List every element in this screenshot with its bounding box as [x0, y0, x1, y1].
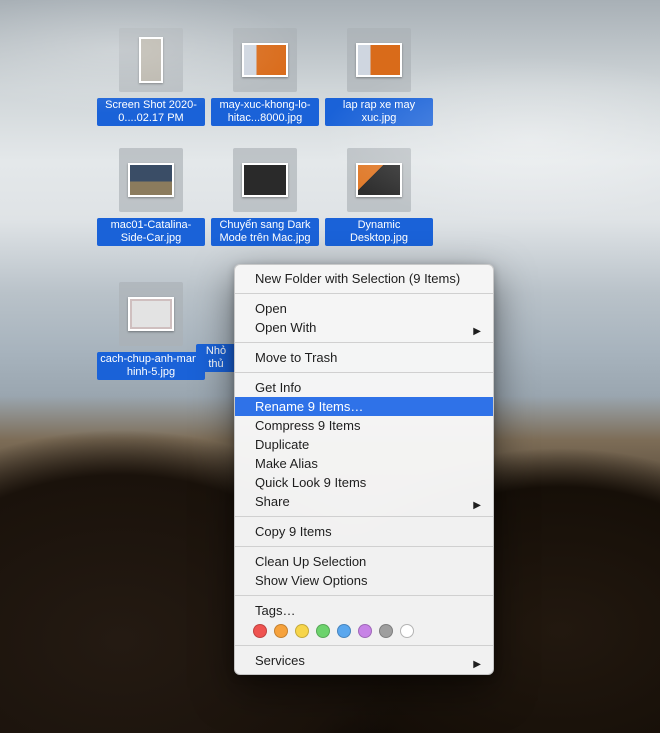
menu-item-label: New Folder with Selection (9 Items) [255, 271, 460, 286]
menu-item-label: Move to Trash [255, 350, 337, 365]
file-label: Nhỏ thủ [196, 344, 236, 372]
desktop-file-icon[interactable]: may-xuc-khong-lo-hitac...8000.jpg [210, 28, 320, 126]
desktop-file-icon[interactable]: Dynamic Desktop.jpg [324, 148, 434, 246]
menu-separator [235, 595, 493, 596]
file-thumbnail [233, 28, 297, 92]
menu-item[interactable]: Quick Look 9 Items [235, 473, 493, 492]
desktop[interactable]: Screen Shot 2020-0....02.17 PMmay-xuc-kh… [0, 0, 660, 733]
file-label: mac01-Catalina-Side-Car.jpg [97, 218, 205, 246]
chevron-right-icon: ▶ [473, 322, 481, 341]
desktop-file-icon[interactable]: mac01-Catalina-Side-Car.jpg [96, 148, 206, 246]
menu-item-label: Compress 9 Items [255, 418, 360, 433]
desktop-file-icon[interactable]: cach-chup-anh-man-hinh-5.jpg [96, 282, 206, 380]
tag-color-dot[interactable] [400, 624, 414, 638]
menu-item-label: Make Alias [255, 456, 318, 471]
menu-separator [235, 516, 493, 517]
file-label: lap rap xe may xuc.jpg [325, 98, 433, 126]
menu-item-label: Tags… [255, 603, 295, 618]
desktop-file-icon[interactable]: Screen Shot 2020-0....02.17 PM [96, 28, 206, 126]
tag-color-dot[interactable] [379, 624, 393, 638]
menu-item[interactable]: Open With▶ [235, 318, 493, 337]
menu-item-label: Duplicate [255, 437, 309, 452]
menu-separator [235, 546, 493, 547]
menu-item[interactable]: Clean Up Selection [235, 552, 493, 571]
menu-item-label: Copy 9 Items [255, 524, 332, 539]
menu-item[interactable]: Tags… [235, 601, 493, 620]
menu-item[interactable]: New Folder with Selection (9 Items) [235, 269, 493, 288]
file-thumbnail [119, 148, 183, 212]
menu-separator [235, 342, 493, 343]
menu-separator [235, 293, 493, 294]
tag-color-dot[interactable] [337, 624, 351, 638]
tag-color-row [235, 620, 493, 640]
menu-item[interactable]: Compress 9 Items [235, 416, 493, 435]
menu-item[interactable]: Get Info [235, 378, 493, 397]
menu-item[interactable]: Rename 9 Items… [235, 397, 493, 416]
menu-item-label: Services [255, 653, 305, 668]
menu-item-label: Get Info [255, 380, 301, 395]
file-label: may-xuc-khong-lo-hitac...8000.jpg [211, 98, 319, 126]
menu-item[interactable]: Show View Options [235, 571, 493, 590]
file-label: Chuyển sang Dark Mode trên Mac.jpg [211, 218, 319, 246]
menu-item[interactable]: Duplicate [235, 435, 493, 454]
file-label: cach-chup-anh-man-hinh-5.jpg [97, 352, 205, 380]
menu-item-label: Quick Look 9 Items [255, 475, 366, 490]
tag-color-dot[interactable] [253, 624, 267, 638]
file-thumbnail [119, 28, 183, 92]
file-thumbnail [347, 148, 411, 212]
file-label: Dynamic Desktop.jpg [325, 218, 433, 246]
menu-item-label: Open [255, 301, 287, 316]
menu-item-label: Clean Up Selection [255, 554, 366, 569]
tag-color-dot[interactable] [274, 624, 288, 638]
tag-color-dot[interactable] [316, 624, 330, 638]
tag-color-dot[interactable] [358, 624, 372, 638]
menu-item-label: Share [255, 494, 290, 509]
desktop-file-icon[interactable]: lap rap xe may xuc.jpg [324, 28, 434, 126]
menu-item[interactable]: Open [235, 299, 493, 318]
desktop-file-icon[interactable]: Nhỏ thủ [196, 344, 236, 372]
menu-separator [235, 645, 493, 646]
menu-item-label: Show View Options [255, 573, 368, 588]
chevron-right-icon: ▶ [473, 496, 481, 515]
menu-item[interactable]: Share▶ [235, 492, 493, 511]
menu-item-label: Rename 9 Items… [255, 399, 363, 414]
tag-color-dot[interactable] [295, 624, 309, 638]
file-thumbnail [119, 282, 183, 346]
chevron-right-icon: ▶ [473, 655, 481, 674]
menu-item[interactable]: Move to Trash [235, 348, 493, 367]
menu-separator [235, 372, 493, 373]
menu-item[interactable]: Make Alias [235, 454, 493, 473]
menu-item[interactable]: Copy 9 Items [235, 522, 493, 541]
file-thumbnail [233, 148, 297, 212]
desktop-file-icon[interactable]: Chuyển sang Dark Mode trên Mac.jpg [210, 148, 320, 246]
file-label: Screen Shot 2020-0....02.17 PM [97, 98, 205, 126]
menu-item[interactable]: Services▶ [235, 651, 493, 670]
menu-item-label: Open With [255, 320, 316, 335]
file-thumbnail [347, 28, 411, 92]
context-menu: New Folder with Selection (9 Items) Open O… [234, 264, 494, 675]
